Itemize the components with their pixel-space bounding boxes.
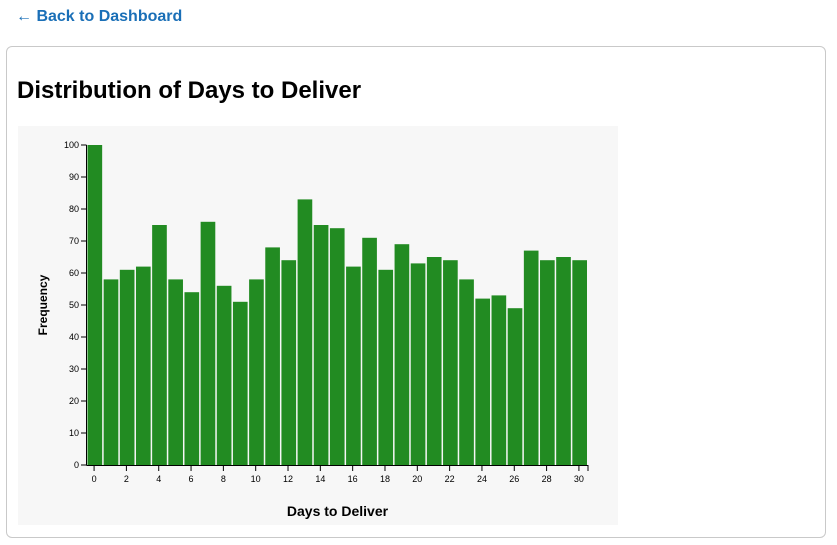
back-to-dashboard-link[interactable]: ← Back to Dashboard bbox=[16, 7, 182, 27]
y-axis: 0 10 20 30 40 50 60 70 80 90 100 bbox=[64, 140, 87, 470]
bar-day-28 bbox=[540, 260, 555, 465]
bar-day-30 bbox=[572, 260, 587, 465]
x-tick-label-6: 6 bbox=[189, 474, 194, 484]
x-tick-label-20: 20 bbox=[412, 474, 422, 484]
bar-day-18 bbox=[378, 269, 394, 465]
bar-day-2 bbox=[119, 269, 135, 465]
bar-day-23 bbox=[459, 279, 474, 465]
bar-day-3 bbox=[135, 266, 151, 465]
y-tick-label-60: 60 bbox=[69, 268, 79, 278]
x-tick-label-10: 10 bbox=[251, 474, 261, 484]
bar-day-16 bbox=[346, 266, 361, 465]
bar-day-26 bbox=[507, 308, 523, 465]
x-tick-label-22: 22 bbox=[445, 474, 455, 484]
y-tick-label-50: 50 bbox=[69, 300, 79, 310]
bar-day-29 bbox=[556, 257, 571, 465]
bar-day-8 bbox=[216, 285, 232, 465]
bar-day-10 bbox=[249, 279, 264, 465]
y-tick-label-100: 100 bbox=[64, 140, 79, 150]
bar-day-20 bbox=[410, 263, 426, 465]
x-tick-label-12: 12 bbox=[283, 474, 293, 484]
bar-day-19 bbox=[394, 244, 410, 465]
y-axis-label: Frequency bbox=[36, 274, 50, 335]
y-tick-label-80: 80 bbox=[69, 204, 79, 214]
x-tick-label-24: 24 bbox=[477, 474, 487, 484]
y-tick-label-70: 70 bbox=[69, 236, 79, 246]
bar-day-7 bbox=[200, 221, 216, 465]
bar-day-9 bbox=[232, 301, 248, 465]
x-tick-label-14: 14 bbox=[315, 474, 325, 484]
bar-day-15 bbox=[329, 228, 345, 465]
x-tick-label-26: 26 bbox=[509, 474, 519, 484]
x-tick-label-2: 2 bbox=[124, 474, 129, 484]
bars-group bbox=[87, 145, 587, 465]
y-tick-label-90: 90 bbox=[69, 172, 79, 182]
histogram-chart: 0102030405060708090100 0 2 4 6 8 10 12 14 16 18 20… bbox=[36, 140, 589, 519]
chart-card: Distribution of Days to Deliver 0 10 20 30 4… bbox=[6, 46, 826, 538]
x-tick-label-16: 16 bbox=[348, 474, 358, 484]
bar-day-5 bbox=[168, 279, 183, 465]
bar-day-24 bbox=[475, 298, 491, 465]
bar-day-11 bbox=[265, 247, 280, 465]
chart-panel: 0 10 20 30 40 50 60 70 80 90 100 0 2 4 6 8 10 12 14 16 18 20… bbox=[18, 126, 618, 525]
bar-day-6 bbox=[184, 292, 200, 465]
x-tick-label-30: 30 bbox=[574, 474, 584, 484]
bar-day-4 bbox=[152, 225, 167, 465]
x-axis: 0 2 4 6 8 10 12 14 16 18 20 22 24 26 28 30 bbox=[86, 465, 589, 484]
bar-day-12 bbox=[281, 260, 297, 465]
y-tick-label-0: 0 bbox=[74, 460, 79, 470]
y-tick-label-20: 20 bbox=[69, 396, 79, 406]
bar-day-21 bbox=[426, 257, 442, 465]
x-axis-label: Days to Deliver bbox=[287, 503, 389, 519]
bar-day-1 bbox=[103, 279, 119, 465]
y-tick-label-10: 10 bbox=[69, 428, 79, 438]
y-tick-label-40: 40 bbox=[69, 332, 79, 342]
x-tick-label-0: 0 bbox=[92, 474, 97, 484]
y-tick-label-30: 30 bbox=[69, 364, 79, 374]
x-tick-label-28: 28 bbox=[542, 474, 552, 484]
bar-day-14 bbox=[313, 225, 329, 465]
x-tick-label-8: 8 bbox=[221, 474, 226, 484]
bar-day-27 bbox=[523, 250, 539, 465]
x-tick-label-4: 4 bbox=[156, 474, 161, 484]
bar-day-25 bbox=[491, 295, 507, 465]
bar-day-0 bbox=[87, 145, 103, 465]
bar-day-13 bbox=[297, 199, 313, 465]
page-title: Distribution of Days to Deliver bbox=[17, 77, 362, 104]
bar-day-17 bbox=[362, 237, 377, 465]
bar-day-22 bbox=[443, 260, 458, 465]
x-tick-label-18: 18 bbox=[380, 474, 390, 484]
